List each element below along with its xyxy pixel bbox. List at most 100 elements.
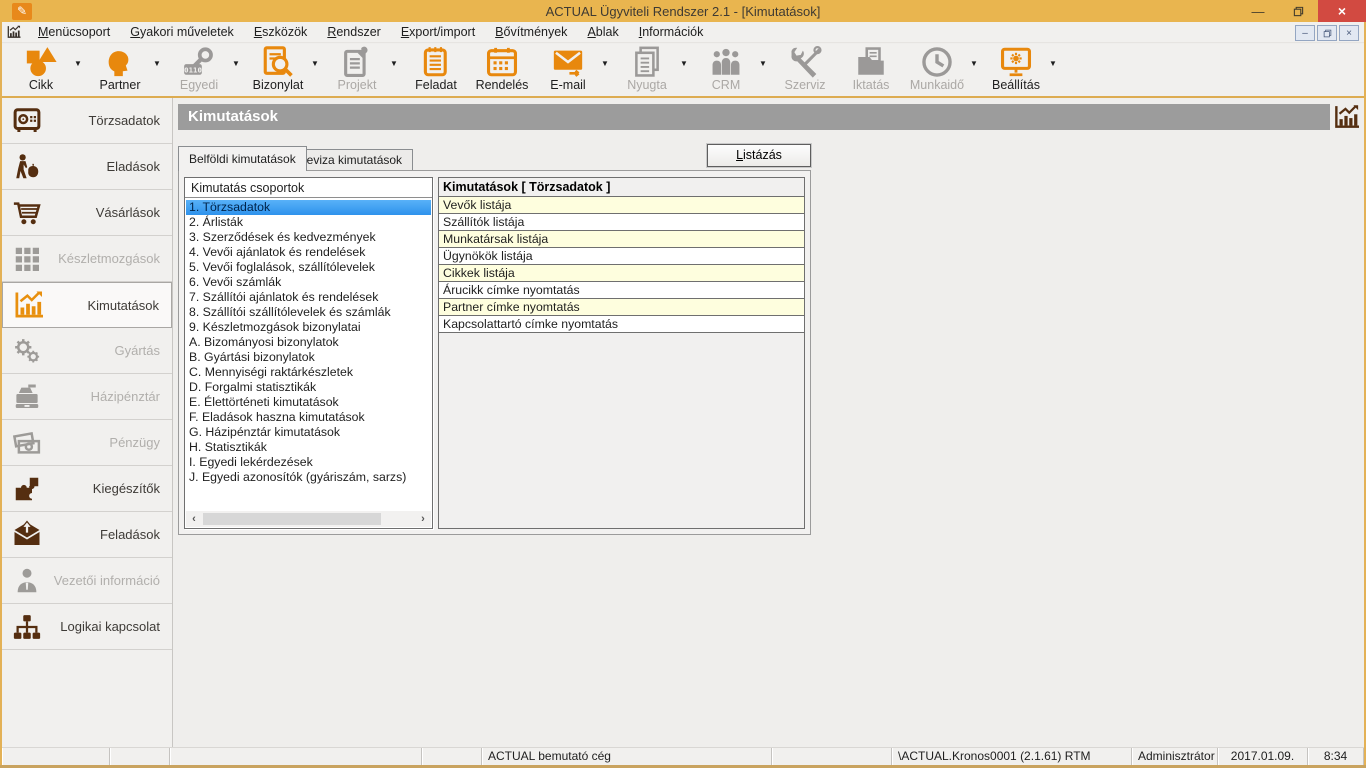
sidebar-item-kimutatasok[interactable]: Kimutatások bbox=[2, 282, 172, 328]
mdi-minimize-button[interactable]: – bbox=[1295, 25, 1315, 41]
group-item-15[interactable]: F. Eladások haszna kimutatások bbox=[186, 410, 431, 425]
group-item-9[interactable]: 9. Készletmozgások bizonylatai bbox=[186, 320, 431, 335]
status-cell bbox=[170, 748, 422, 765]
toolbar-button-label: Szerviz bbox=[785, 78, 826, 92]
sidebar-item-torzsadatok[interactable]: Törzsadatok bbox=[2, 98, 172, 144]
chart-icon bbox=[6, 25, 23, 40]
menu-item-menucsoport[interactable]: Menücsoport bbox=[28, 23, 120, 42]
monitor-gear-icon bbox=[999, 45, 1033, 79]
group-item-19[interactable]: J. Egyedi azonosítók (gyáriszám, sarzs) bbox=[186, 470, 431, 485]
report-item[interactable]: Partner címke nyomtatás bbox=[439, 299, 804, 316]
group-item-10[interactable]: A. Bizományosi bizonylatok bbox=[186, 335, 431, 350]
reports-panel: Kimutatások [ Törzsadatok ] Vevők listáj… bbox=[438, 177, 805, 529]
grid-icon bbox=[2, 244, 52, 274]
report-item[interactable]: Kapcsolattartó címke nyomtatás bbox=[439, 316, 804, 333]
report-item[interactable]: Árucikk címke nyomtatás bbox=[439, 282, 804, 299]
toolbar-button-label: Cikk bbox=[29, 78, 53, 92]
chevron-down-icon[interactable]: ▼ bbox=[601, 59, 614, 68]
group-item-3[interactable]: 3. Szerződések és kedvezmények bbox=[186, 230, 431, 245]
sidebar-item-feladasok[interactable]: Feladások bbox=[2, 512, 172, 558]
cikk-icon bbox=[24, 45, 58, 79]
toolbar-button-e-mail[interactable]: E-mail bbox=[535, 44, 601, 92]
report-item[interactable]: Cikkek listája bbox=[439, 265, 804, 282]
toolbar-button-beallitas[interactable]: Beállítás bbox=[983, 44, 1049, 92]
reports-list: Vevők listájaSzállítók listájaMunkatársa… bbox=[439, 197, 804, 333]
group-item-7[interactable]: 7. Szállítói ajánlatok és rendelések bbox=[186, 290, 431, 305]
status-cell: 8:34 bbox=[1308, 748, 1364, 765]
group-item-8[interactable]: 8. Szállítói szállítólevelek és számlák bbox=[186, 305, 431, 320]
sidebar-item-label: Vezetői információ bbox=[52, 573, 172, 588]
toolbar-button-rendeles[interactable]: Rendelés bbox=[469, 44, 535, 92]
group-item-2[interactable]: 2. Árlisták bbox=[186, 215, 431, 230]
chevron-down-icon: ▼ bbox=[759, 59, 772, 68]
mdi-restore-button[interactable] bbox=[1317, 25, 1337, 41]
group-item-13[interactable]: D. Forgalmi statisztikák bbox=[186, 380, 431, 395]
menu-item-bovitmenyek[interactable]: Bővítmények bbox=[485, 23, 577, 42]
toolbar-button-label: Munkaidő bbox=[910, 78, 964, 92]
toolbar-button-label: Rendelés bbox=[476, 78, 529, 92]
toolbar-button-feladat[interactable]: Feladat bbox=[403, 44, 469, 92]
chevron-down-icon: ▼ bbox=[680, 59, 693, 68]
group-item-17[interactable]: H. Statisztikák bbox=[186, 440, 431, 455]
sidebar-item-kiegeszitok[interactable]: Kiegészítők bbox=[2, 466, 172, 512]
listazas-button[interactable]: Listázás bbox=[707, 144, 811, 167]
sidebar-item-label: Kimutatások bbox=[53, 298, 171, 313]
toolbar-button-label: Projekt bbox=[338, 78, 377, 92]
group-item-11[interactable]: B. Gyártási bizonylatok bbox=[186, 350, 431, 365]
mdi-close-button[interactable]: × bbox=[1339, 25, 1359, 41]
scrollbar-thumb[interactable] bbox=[203, 513, 381, 525]
sidebar-item-eladasok[interactable]: Eladások bbox=[2, 144, 172, 190]
status-cell: Adminisztrátor bbox=[1132, 748, 1218, 765]
menu-item-informaciok[interactable]: Információk bbox=[629, 23, 714, 42]
group-item-1[interactable]: 1. Törzsadatok bbox=[186, 200, 431, 215]
group-item-18[interactable]: I. Egyedi lekérdezések bbox=[186, 455, 431, 470]
close-button[interactable]: × bbox=[1318, 0, 1366, 22]
menu-item-gyakori-muveletek[interactable]: Gyakori műveletek bbox=[120, 23, 244, 42]
report-item[interactable]: Vevők listája bbox=[439, 197, 804, 214]
group-item-16[interactable]: G. Házipénztár kimutatások bbox=[186, 425, 431, 440]
toolbar-button-munkaido: Munkaidő bbox=[904, 44, 970, 92]
sidebar-item-vasarlasok[interactable]: Vásárlások bbox=[2, 190, 172, 236]
chevron-down-icon[interactable]: ▼ bbox=[1049, 59, 1062, 68]
toolbar-button-bizonylat[interactable]: Bizonylat bbox=[245, 44, 311, 92]
toolbar-button-label: Iktatás bbox=[853, 78, 890, 92]
group-item-14[interactable]: E. Élettörténeti kimutatások bbox=[186, 395, 431, 410]
minimize-button[interactable]: — bbox=[1238, 0, 1278, 22]
svg-text:0110: 0110 bbox=[184, 65, 202, 74]
report-item[interactable]: Szállítók listája bbox=[439, 214, 804, 231]
partner-icon bbox=[103, 45, 137, 79]
menu-item-rendszer[interactable]: Rendszer bbox=[317, 23, 391, 42]
scroll-left-icon[interactable]: ‹ bbox=[186, 511, 202, 527]
report-item[interactable]: Munkatársak listája bbox=[439, 231, 804, 248]
envelope-icon bbox=[551, 45, 585, 79]
toolbar-button-cikk[interactable]: Cikk bbox=[8, 44, 74, 92]
sidebar-item-label: Készletmozgások bbox=[52, 251, 172, 266]
chevron-down-icon[interactable]: ▼ bbox=[74, 59, 87, 68]
menu-item-ablak[interactable]: Ablak bbox=[577, 23, 628, 42]
horizontal-scrollbar[interactable]: ‹ › bbox=[186, 511, 431, 527]
group-item-4[interactable]: 4. Vevői ajánlatok és rendelések bbox=[186, 245, 431, 260]
report-item[interactable]: Ügynökök listája bbox=[439, 248, 804, 265]
toolbar-button-partner[interactable]: Partner bbox=[87, 44, 153, 92]
tab-belfoldi-kimutatasok[interactable]: Belföldi kimutatások bbox=[178, 146, 307, 171]
group-item-5[interactable]: 5. Vevői foglalások, szállítólevelek bbox=[186, 260, 431, 275]
sidebar-item-label: Törzsadatok bbox=[52, 113, 172, 128]
restore-button[interactable] bbox=[1278, 0, 1318, 22]
clock-icon bbox=[920, 45, 954, 79]
menu-item-eszkozok[interactable]: Eszközök bbox=[244, 23, 318, 42]
group-item-6[interactable]: 6. Vevői számlák bbox=[186, 275, 431, 290]
scroll-right-icon[interactable]: › bbox=[415, 511, 431, 527]
sidebar-item-logikai-kapcsolat[interactable]: Logikai kapcsolat bbox=[2, 604, 172, 650]
toolbar-button-egyedi: 0110Egyedi bbox=[166, 44, 232, 92]
chevron-down-icon[interactable]: ▼ bbox=[311, 59, 324, 68]
group-item-12[interactable]: C. Mennyiségi raktárkészletek bbox=[186, 365, 431, 380]
chevron-down-icon[interactable]: ▼ bbox=[153, 59, 166, 68]
menu-item-export-import[interactable]: Export/import bbox=[391, 23, 485, 42]
reports-panel-header: Kimutatások [ Törzsadatok ] bbox=[439, 178, 804, 197]
sidebar-item-vezetoi-informacio: Vezetői információ bbox=[2, 558, 172, 604]
tab-panel: Kimutatás csoportok 1. Törzsadatok2. Árl… bbox=[178, 170, 811, 535]
toolbar-button-label: Feladat bbox=[415, 78, 457, 92]
status-cell bbox=[2, 748, 110, 765]
groups-list: 1. Törzsadatok2. Árlisták3. Szerződések … bbox=[186, 200, 431, 510]
toolbar-button-projekt: Projekt bbox=[324, 44, 390, 92]
